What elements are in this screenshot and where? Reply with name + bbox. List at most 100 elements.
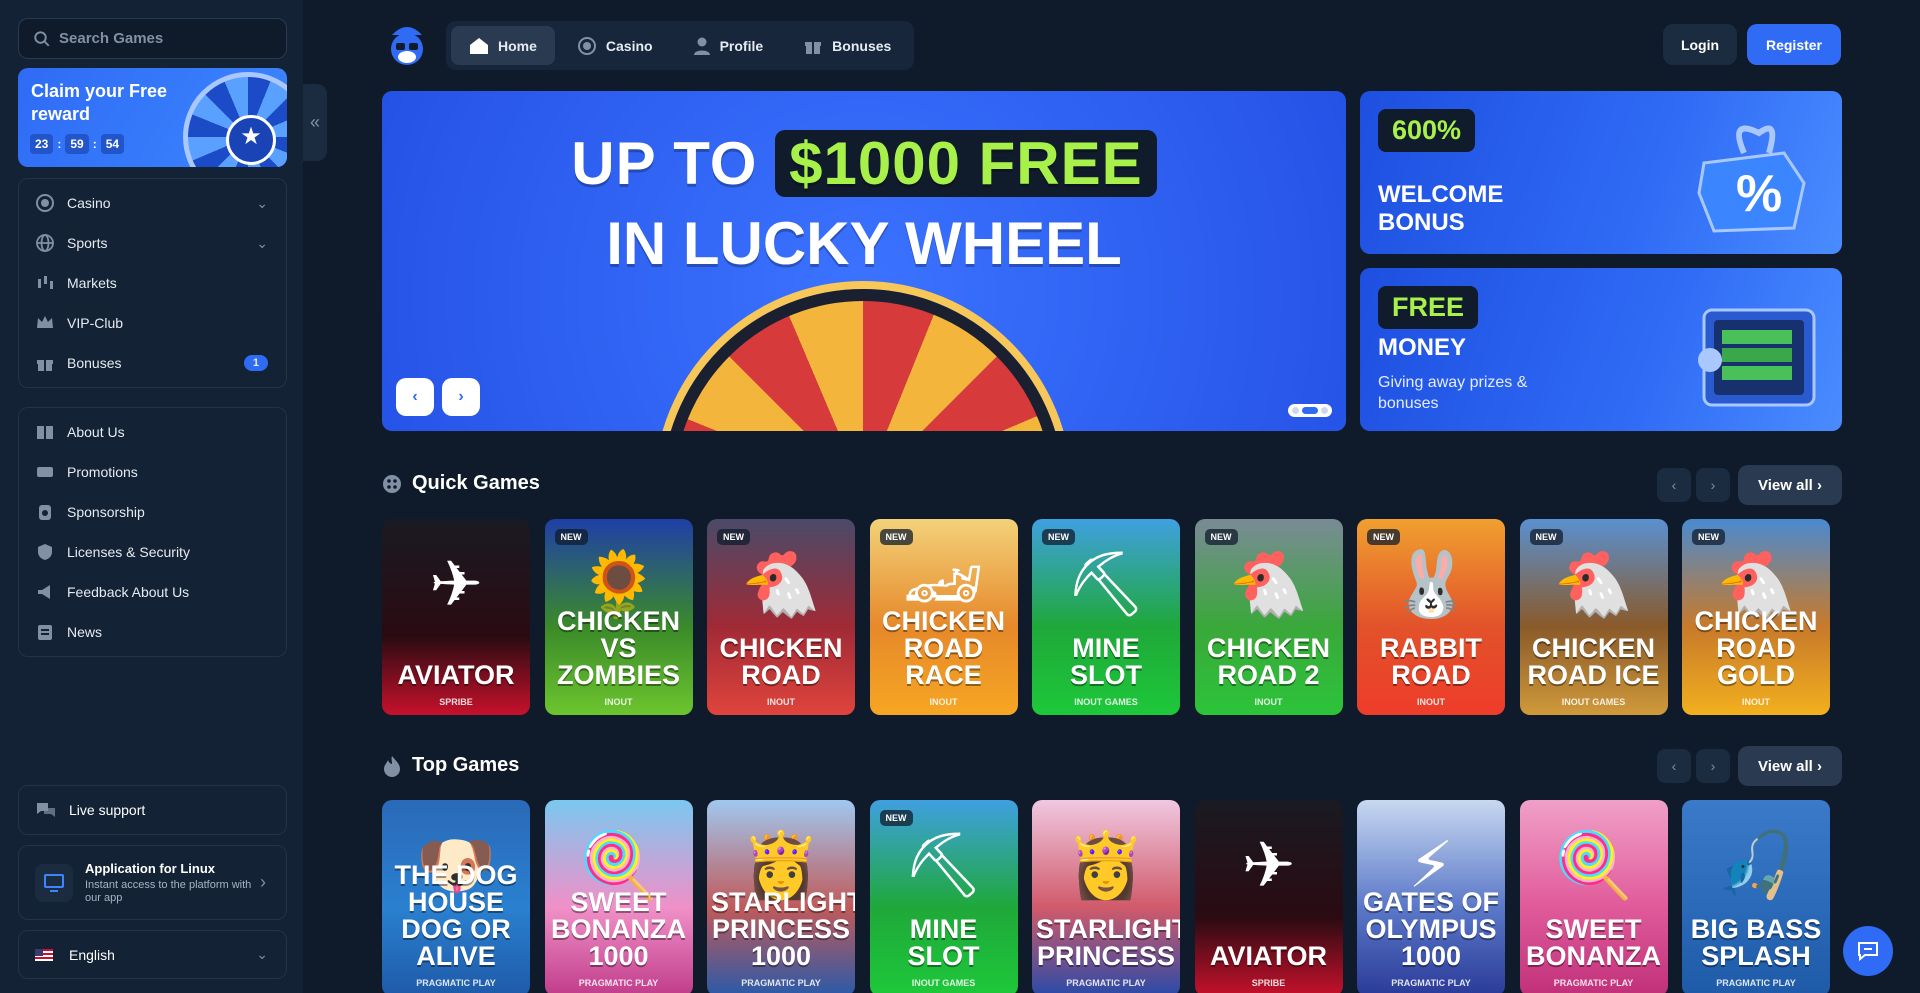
gift-icon (803, 36, 823, 56)
nav-item-feedback[interactable]: Feedback About Us (19, 572, 286, 612)
hero-next-button[interactable]: › (442, 378, 480, 416)
tab-casino[interactable]: Casino (559, 26, 671, 65)
nav-item-about-us[interactable]: About Us (19, 412, 286, 452)
linux-app-banner[interactable]: Application for Linux Instant access to … (18, 845, 287, 920)
site-logo[interactable] (386, 21, 428, 67)
nav-label: VIP-Club (67, 315, 124, 331)
register-button[interactable]: Register (1747, 24, 1841, 65)
chevron-down-icon[interactable]: ⌄ (256, 195, 268, 212)
tab-profile[interactable]: Profile (675, 26, 782, 65)
quick-games-prev-button[interactable]: ‹ (1657, 468, 1691, 502)
shield-icon (35, 542, 55, 562)
app-title: Application for Linux (85, 860, 215, 876)
live-support-label: Live support (69, 802, 146, 818)
chat-widget-button[interactable] (1843, 926, 1893, 976)
free-money-card[interactable]: FREE MONEY Giving away prizes & bonuses (1360, 268, 1842, 431)
carousel-dot[interactable] (1321, 407, 1328, 414)
nav-item-bonuses[interactable]: Bonuses 1 (19, 343, 286, 383)
game-title: AVIATOR (397, 660, 515, 690)
nav-item-vip-club[interactable]: VIP-Club (19, 303, 286, 343)
game-card[interactable]: 🐔 NEW CHICKEN ROAD 2 INOUT (1194, 519, 1343, 715)
carousel-dot-active[interactable] (1302, 407, 1318, 414)
game-title: MINE SLOT (1070, 633, 1142, 690)
game-card[interactable]: 🍭 SWEET BONANZA PRAGMATIC PLAY (1519, 800, 1668, 993)
game-card[interactable]: ⚡ GATES OF OLYMPUS 1000 PRAGMATIC PLAY (1357, 800, 1505, 993)
hero-banner[interactable]: UP TO $1000 FREE IN LUCKY WHEEL ‹ › (382, 91, 1346, 431)
game-card[interactable]: 🍭 SWEET BONANZA 1000 PRAGMATIC PLAY (544, 800, 693, 993)
nav-item-sponsorship[interactable]: Sponsorship (19, 492, 286, 532)
game-card[interactable]: 🏎 NEW CHICKEN ROAD RACE INOUT (869, 519, 1018, 715)
promo-tag: 600% (1378, 109, 1476, 152)
game-card[interactable]: 🐔 NEW CHICKEN ROAD INOUT (707, 519, 855, 715)
chevron-right-icon: › (1710, 758, 1716, 774)
search-input[interactable]: Search Games (18, 18, 287, 59)
game-provider: INOUT (767, 697, 795, 707)
tab-label: Bonuses (832, 37, 892, 54)
game-card[interactable]: ⛏ NEW MINE SLOT INOUT GAMES (1032, 519, 1180, 715)
game-provider: INOUT GAMES (1561, 697, 1626, 707)
game-title: STARLIGHT PRINCESS 1000 (711, 887, 855, 971)
tab-home[interactable]: Home (451, 26, 555, 65)
top-games-next-button[interactable]: › (1696, 749, 1730, 783)
welcome-bonus-card[interactable]: 600% WELCOME BONUS % (1360, 91, 1842, 254)
quick-games-view-all[interactable]: View all › (1738, 465, 1842, 505)
section-title: Top Games (412, 754, 520, 776)
game-card[interactable]: ⛏ NEW MINE SLOT INOUT GAMES (869, 800, 1018, 993)
home-icon (469, 37, 489, 55)
language-select[interactable]: English ⌄ (18, 930, 287, 979)
chevron-left-icon: ‹ (1671, 477, 1677, 493)
chevron-down-icon[interactable]: ⌄ (256, 235, 268, 252)
game-card[interactable]: ✈ AVIATOR SPRIBE (1194, 800, 1343, 993)
game-card[interactable]: 👸 STARLIGHT PRINCESS PRAGMATIC PLAY (1032, 800, 1180, 993)
nav-item-licenses-security[interactable]: Licenses & Security (19, 532, 286, 572)
new-badge: NEW (1204, 529, 1238, 545)
gift-icon (35, 353, 55, 373)
nav-item-promotions[interactable]: Promotions (19, 452, 286, 492)
tab-bonuses[interactable]: Bonuses (785, 26, 909, 65)
top-games-prev-button[interactable]: ‹ (1657, 749, 1691, 783)
login-button[interactable]: Login (1663, 24, 1737, 65)
game-card[interactable]: 🌻 NEW CHICKEN VS ZOMBIES INOUT (544, 519, 693, 715)
game-card[interactable]: ✈ AVIATOR SPRIBE (382, 519, 530, 715)
timer-hours: 23 (30, 134, 54, 154)
collapse-sidebar-button[interactable]: « (303, 84, 327, 161)
game-card[interactable]: 🐶 THE DOG HOUSE DOG OR ALIVE PRAGMATIC PLA… (382, 800, 530, 993)
promo-title: MONEY (1378, 334, 1467, 361)
game-card[interactable]: 🐔 NEW CHICKEN ROAD ICE INOUT GAMES (1519, 519, 1668, 715)
bonuses-count-badge: 1 (243, 355, 268, 371)
game-art-icon: ✈ (429, 548, 483, 620)
app-subtitle: Instant access to the platform with our … (85, 878, 252, 904)
game-provider: SPRIBE (1251, 978, 1286, 988)
live-support-button[interactable]: Live support (18, 785, 287, 835)
top-games-view-all[interactable]: View all › (1738, 746, 1842, 786)
nav-item-casino[interactable]: Casino ⌄ (19, 183, 286, 223)
chevron-left-icon: ‹ (1671, 758, 1677, 774)
game-title: AVIATOR (1209, 941, 1327, 971)
nav-item-sports[interactable]: Sports ⌄ (19, 223, 286, 263)
game-provider: INOUT GAMES (1074, 697, 1138, 707)
medal-icon (35, 502, 55, 522)
nav-item-news[interactable]: News (19, 612, 286, 652)
new-badge: NEW (1529, 529, 1563, 545)
game-art-icon: ⛏ (902, 829, 985, 901)
money-safe-icon (1674, 290, 1824, 410)
quick-games-next-button[interactable]: › (1696, 468, 1730, 502)
claim-reward-card[interactable]: Claim your Free reward 23: 59: 54 (18, 68, 287, 167)
flame-icon (382, 755, 402, 777)
game-card[interactable]: 🐰 NEW RABBIT ROAD INOUT (1357, 519, 1505, 715)
chevron-down-icon: ⌄ (256, 946, 268, 962)
carousel-dots (1288, 404, 1332, 417)
new-badge: NEW (717, 529, 750, 545)
hero-line2: IN LUCKY WHEEL (606, 210, 1122, 277)
hero-prev-button[interactable]: ‹ (396, 378, 434, 416)
carousel-dot[interactable] (1292, 407, 1299, 414)
game-art-icon: 🎣 (1716, 829, 1796, 901)
top-nav: Home Casino Profile Bonuses (446, 21, 915, 70)
game-card[interactable]: 👸 STARLIGHT PRINCESS 1000 PRAGMATIC PLAY (707, 800, 855, 993)
promo-tag: FREE (1378, 286, 1479, 329)
game-card[interactable]: 🎣 BIG BASS SPLASH PRAGMATIC PLAY (1682, 800, 1830, 993)
timer-minutes: 59 (65, 134, 89, 154)
game-card[interactable]: 🐔 NEW CHICKEN ROAD GOLD INOUT (1682, 519, 1830, 715)
nav-item-markets[interactable]: Markets (19, 263, 286, 303)
game-title: GATES OF OLYMPUS 1000 (1362, 887, 1499, 971)
